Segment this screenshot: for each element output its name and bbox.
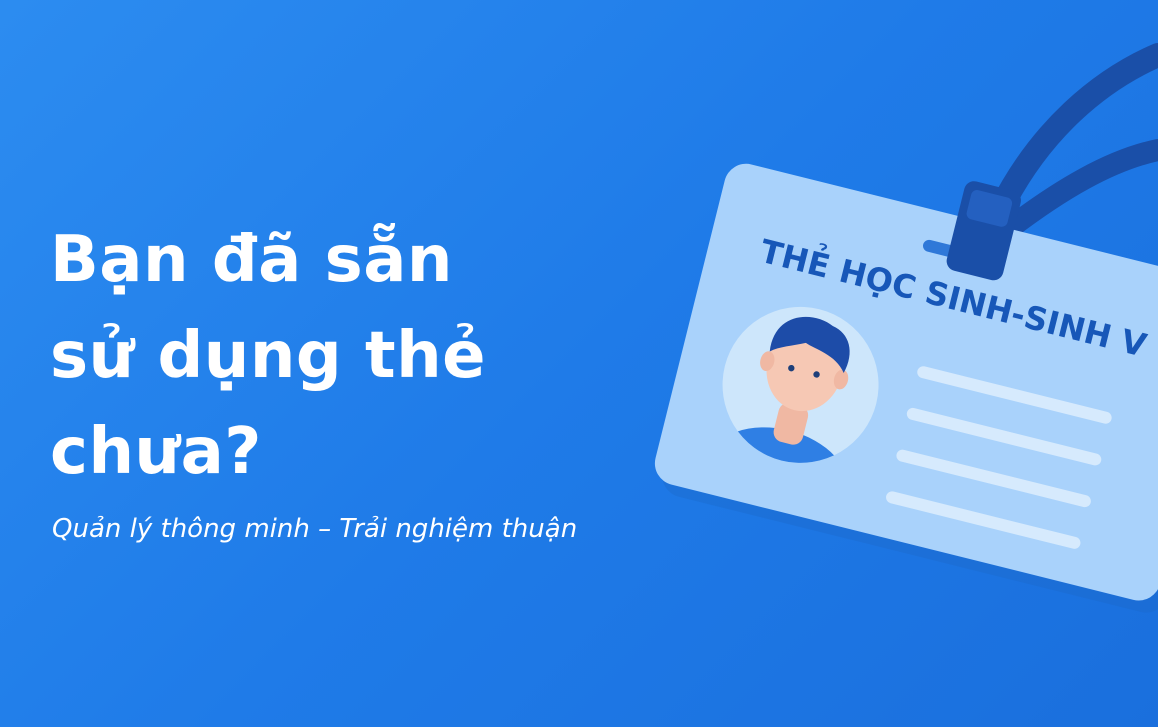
headline: Bạn đã sẵn sử dụng thẻ chưa? xyxy=(50,212,486,500)
id-card: THẺ HỌC SINH-SINH V xyxy=(654,163,1158,613)
tagline: Quản lý thông minh – Trải nghiệm thuận xyxy=(52,514,578,544)
promo-banner: Bạn đã sẵn sử dụng thẻ chưa? Quản lý thô… xyxy=(0,0,1158,727)
student-id-card-illustration: THẺ HỌC SINH-SINH V xyxy=(654,43,1158,613)
headline-line-2: sử dụng thẻ xyxy=(50,319,487,393)
headline-line-1: Bạn đã sẵn xyxy=(50,223,453,297)
headline-line-3: chưa? xyxy=(50,415,262,489)
